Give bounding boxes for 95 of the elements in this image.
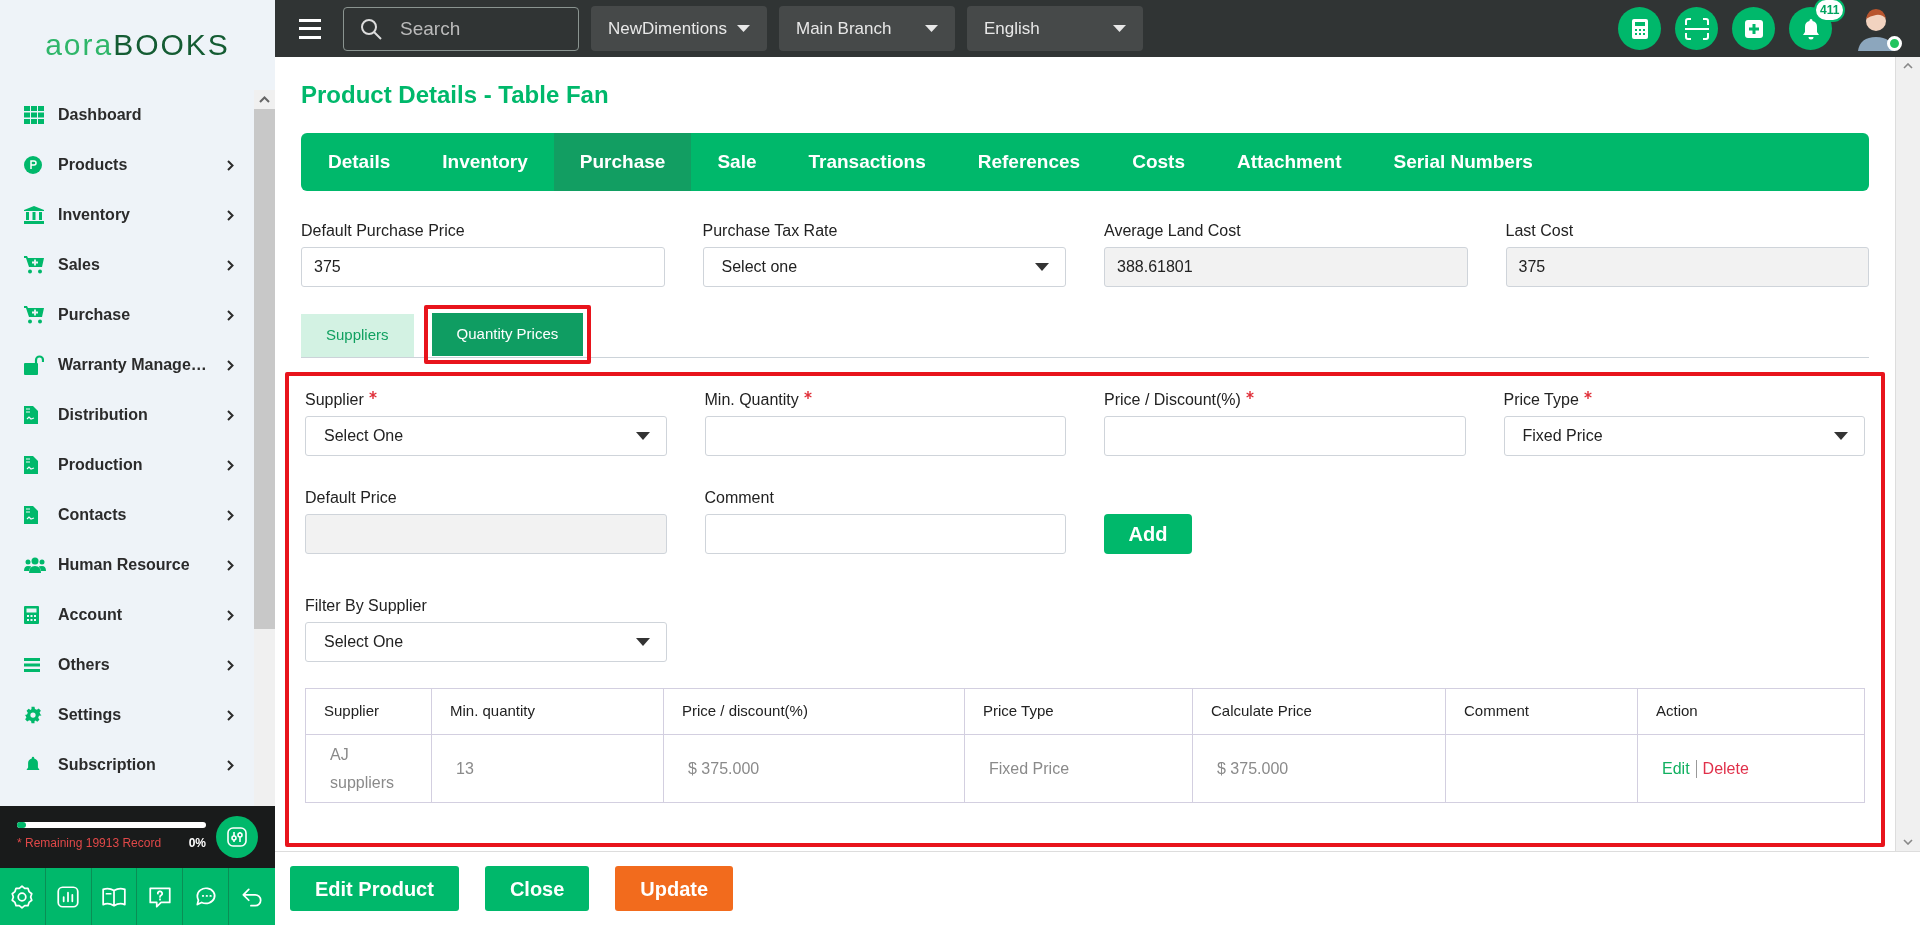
- delete-link[interactable]: Delete: [1702, 759, 1749, 777]
- column-header: Supplier: [305, 688, 432, 735]
- scrollbar[interactable]: [1895, 57, 1920, 851]
- sidebar-item[interactable]: Settings: [24, 690, 254, 740]
- caret-icon: [635, 432, 650, 440]
- field-label: Supplier: [305, 390, 364, 410]
- field-label: Price / Discount(%): [1104, 390, 1241, 410]
- sidebar-item[interactable]: Warranty Manage…: [24, 340, 254, 390]
- select-field[interactable]: Select One: [305, 622, 667, 662]
- grid-icon: [24, 106, 44, 124]
- unlock-icon: [24, 355, 44, 375]
- calculator-button[interactable]: [1618, 7, 1661, 50]
- column-header: Price / discount(%): [663, 688, 965, 735]
- input-field[interactable]: [704, 514, 1066, 554]
- remaining-records-text: * Remaining 19913 Record: [17, 835, 162, 852]
- bank-icon: [24, 206, 44, 224]
- select-field[interactable]: Select One: [305, 416, 667, 456]
- people-icon: [24, 557, 46, 573]
- field-label: Min. Quantity: [704, 390, 799, 410]
- sidebar-item[interactable]: Products: [24, 140, 254, 190]
- input-field: 388.61801: [1104, 247, 1468, 287]
- gear-icon: [9, 883, 36, 910]
- field-label: Purchase Tax Rate: [702, 221, 838, 241]
- table-cell: Fixed Price: [964, 734, 1193, 803]
- column-header: Action: [1637, 688, 1865, 735]
- dropdown[interactable]: NewDimentions: [591, 6, 767, 51]
- scrollbar[interactable]: [254, 90, 275, 806]
- usage-percent: 0%: [188, 835, 206, 852]
- field-label: Comment: [704, 488, 774, 508]
- field-label: Average Land Cost: [1104, 221, 1241, 241]
- bar-chart-icon: [55, 883, 82, 910]
- caret-icon: [1035, 263, 1049, 271]
- scan-button[interactable]: [1675, 7, 1718, 50]
- table-cell: AJ suppliers: [305, 734, 432, 803]
- sidebar-item[interactable]: Inventory: [24, 190, 254, 240]
- search-icon: [359, 16, 383, 41]
- search-field[interactable]: Search: [343, 6, 579, 51]
- sidebar-item[interactable]: Production: [24, 440, 254, 490]
- sidebar-item[interactable]: Human Resource: [24, 540, 254, 590]
- cart-icon: [24, 256, 44, 274]
- scan-icon: [1683, 16, 1710, 41]
- scroll-up-icon[interactable]: [1903, 63, 1913, 69]
- gear-icon: [24, 706, 42, 724]
- sidebar-item[interactable]: Others: [24, 640, 254, 690]
- column-header: Min. quantity: [431, 688, 664, 735]
- add-button[interactable]: [1732, 7, 1775, 50]
- field-label: Last Cost: [1505, 221, 1574, 241]
- p-circle-icon: [24, 156, 42, 174]
- caret-icon: [925, 25, 938, 32]
- plus-square-icon: [1744, 19, 1763, 38]
- list-icon: [24, 658, 40, 672]
- caret-icon: [1113, 25, 1126, 32]
- sliders-icon: [225, 825, 249, 849]
- select-field[interactable]: Fixed Price: [1503, 416, 1865, 456]
- scroll-up-icon[interactable]: [259, 96, 270, 103]
- filter-settings-button[interactable]: [216, 816, 258, 858]
- caret-icon: [737, 25, 750, 32]
- dropdown[interactable]: English: [967, 6, 1143, 51]
- page-title: Product Details - Table Fan: [301, 80, 610, 110]
- field-label: Filter By Supplier: [305, 596, 427, 616]
- column-header: Comment: [1445, 688, 1638, 735]
- scroll-down-icon[interactable]: [1903, 839, 1913, 845]
- app-logo: aoraBOOKS: [45, 30, 230, 60]
- sidebar-item[interactable]: Contacts: [24, 490, 254, 540]
- input-field: 375: [1505, 247, 1869, 287]
- column-header: Price Type: [964, 688, 1193, 735]
- column-header: Calculate Price: [1192, 688, 1446, 735]
- caret-icon: [635, 638, 650, 646]
- menu-button[interactable]: [299, 18, 323, 39]
- table-cell: 13: [431, 734, 664, 803]
- select-field[interactable]: Select one: [702, 247, 1066, 287]
- sidebar-item[interactable]: Account: [24, 590, 254, 640]
- document-icon: [24, 506, 38, 524]
- caret-icon: [1834, 432, 1848, 440]
- notification-badge: 411: [1814, 0, 1846, 22]
- input-field[interactable]: 375: [301, 247, 665, 287]
- sidebar-item[interactable]: Subscription: [24, 740, 254, 790]
- sidebar-item[interactable]: Dashboard: [24, 90, 254, 140]
- document-icon: [24, 456, 38, 474]
- sidebar-item[interactable]: Sales: [24, 240, 254, 290]
- field-label: Default Purchase Price: [301, 221, 465, 241]
- sidebar-item[interactable]: Distribution: [24, 390, 254, 440]
- bell-icon: [1800, 17, 1821, 40]
- input-field[interactable]: [704, 416, 1066, 456]
- table-cell: $ 375.000: [1192, 734, 1446, 803]
- calculator-icon: [24, 606, 39, 624]
- table-cell: $ 375.000: [663, 734, 965, 803]
- document-icon: [24, 406, 38, 424]
- field-label: Default Price: [305, 488, 397, 508]
- calculator-icon: [1631, 18, 1648, 39]
- field-label: Price Type: [1503, 390, 1579, 410]
- sidebar-item[interactable]: Purchase: [24, 290, 254, 340]
- input-field[interactable]: [1104, 416, 1466, 456]
- cart-icon: [24, 306, 44, 324]
- dropdown[interactable]: Main Branch: [779, 6, 955, 51]
